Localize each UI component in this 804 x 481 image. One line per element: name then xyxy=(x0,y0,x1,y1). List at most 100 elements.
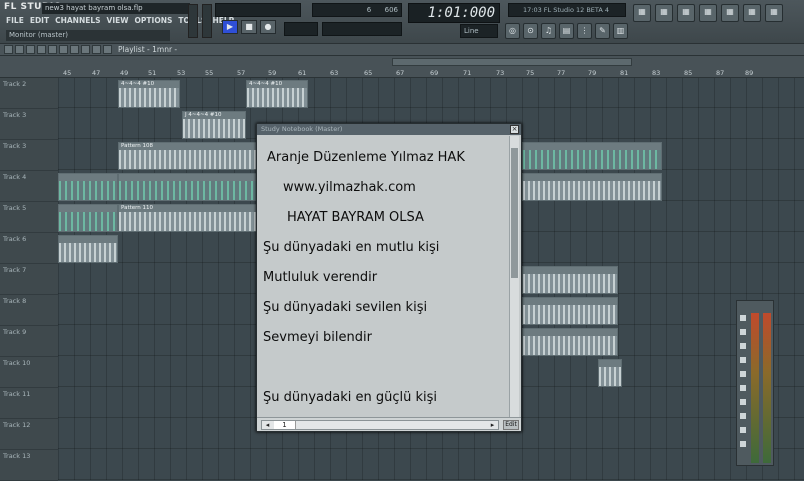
track-header[interactable]: Track 3 xyxy=(0,109,58,140)
track-header[interactable]: Track 13 xyxy=(0,450,58,481)
menu-file[interactable]: FILE xyxy=(6,16,24,25)
pattern-clip[interactable]: J 4~4~4 #10 xyxy=(182,111,246,139)
draw-tool-icon[interactable] xyxy=(4,45,13,54)
clip-header xyxy=(523,298,617,305)
level-meter-left xyxy=(751,313,759,463)
next-page-icon[interactable]: ▸ xyxy=(488,421,497,429)
menu-options[interactable]: OPTIONS xyxy=(135,16,173,25)
timeline-ruler[interactable]: 45 47 49 51 53 55 57 59 61 63 65 67 69 7… xyxy=(0,56,804,78)
insert-slot[interactable] xyxy=(740,427,746,433)
ruler-tick: 69 xyxy=(430,69,439,77)
pattern-clip[interactable] xyxy=(598,359,622,387)
pattern-counter[interactable]: 6 606 xyxy=(312,3,402,17)
menu-edit[interactable]: EDIT xyxy=(30,16,49,25)
pattern-clip[interactable] xyxy=(522,328,618,356)
pattern-clip[interactable]: 4~4~4 #10 xyxy=(246,80,308,108)
insert-slot[interactable] xyxy=(740,315,746,321)
snap-icon[interactable] xyxy=(103,45,112,54)
online-icon[interactable]: ▦ xyxy=(677,4,695,22)
insert-slot[interactable] xyxy=(740,399,746,405)
page-selector[interactable]: ◂ 1 ▸ xyxy=(261,420,499,430)
track-header[interactable]: Track 10 xyxy=(0,357,58,388)
track-header[interactable]: Track 4 xyxy=(0,171,58,202)
tools-icon[interactable]: ▦ xyxy=(721,4,739,22)
track-header[interactable]: Track 2 xyxy=(0,78,58,109)
step-buttons[interactable] xyxy=(322,22,402,36)
mixer-icon[interactable]: ⋮ xyxy=(577,23,592,39)
pattern-clip[interactable]: 4~4~4 #10 xyxy=(118,80,180,108)
pattern-clip[interactable] xyxy=(522,173,662,201)
playback-tool-icon[interactable] xyxy=(92,45,101,54)
stop-button[interactable]: ■ xyxy=(241,20,257,34)
notebook-text-area[interactable]: Aranje Düzenleme Yılmaz HAK www.yilmazha… xyxy=(263,142,511,416)
track-header[interactable]: Track 11 xyxy=(0,388,58,419)
horizontal-scrollbar[interactable] xyxy=(392,58,632,66)
pattern-clip[interactable] xyxy=(58,204,118,232)
ruler-tick: 79 xyxy=(588,69,597,77)
prev-page-icon[interactable]: ◂ xyxy=(263,421,272,429)
insert-slot[interactable] xyxy=(740,357,746,363)
notebook-line: Şu dünyadaki sevilen kişi xyxy=(263,300,428,315)
ruler-tick: 85 xyxy=(684,69,693,77)
track-header[interactable]: Track 3 xyxy=(0,140,58,171)
pattern-clip[interactable] xyxy=(522,142,662,170)
menu-channels[interactable]: CHANNELS xyxy=(55,16,100,25)
insert-slot[interactable] xyxy=(740,385,746,391)
insert-slot[interactable] xyxy=(740,371,746,377)
playlist-icon[interactable]: ⊙ xyxy=(523,23,538,39)
delete-tool-icon[interactable] xyxy=(26,45,35,54)
settings-icon[interactable]: ▦ xyxy=(765,4,783,22)
notebook-window: Study Notebook (Master) × Aranje Düzenle… xyxy=(256,123,522,432)
slip-tool-icon[interactable] xyxy=(48,45,57,54)
mute-tool-icon[interactable] xyxy=(37,45,46,54)
master-volume-slider[interactable] xyxy=(188,4,198,38)
insert-slot[interactable] xyxy=(740,343,746,349)
track-header[interactable]: Track 8 xyxy=(0,295,58,326)
ruler-tick: 71 xyxy=(463,69,472,77)
insert-slot[interactable] xyxy=(740,441,746,447)
slice-tool-icon[interactable] xyxy=(59,45,68,54)
master-pitch-slider[interactable] xyxy=(202,4,212,38)
track-header[interactable]: Track 9 xyxy=(0,326,58,357)
notebook-titlebar[interactable]: Study Notebook (Master) × xyxy=(257,124,521,135)
pattern-clip[interactable] xyxy=(58,235,118,263)
plugin-icon[interactable]: ✎ xyxy=(595,23,610,39)
notebook-scrollbar[interactable] xyxy=(509,136,519,418)
snap-mode-select[interactable]: Line xyxy=(460,24,498,38)
pattern-clip[interactable] xyxy=(522,297,618,325)
page-number[interactable]: 1 xyxy=(274,421,296,429)
zoom-tool-icon[interactable] xyxy=(81,45,90,54)
clip-header: Pattern 108 xyxy=(119,143,257,150)
play-button[interactable]: ▶ xyxy=(222,20,238,34)
track-header[interactable]: Track 5 xyxy=(0,202,58,233)
insert-slot[interactable] xyxy=(740,413,746,419)
main-toolbar: FL STUDIO new3 hayat bayram olsa.flp FIL… xyxy=(0,0,804,44)
monitor-field[interactable]: Monitor (master) xyxy=(6,30,170,41)
help-icon[interactable]: ▦ xyxy=(743,4,761,22)
clip-header xyxy=(59,205,117,212)
pattern-song-display[interactable] xyxy=(215,3,301,17)
pattern-clip[interactable]: Pattern 108 xyxy=(118,142,258,170)
insert-slot[interactable] xyxy=(740,329,746,335)
edit-button[interactable]: Edit xyxy=(503,420,519,430)
notebook-icon[interactable]: ▥ xyxy=(613,23,628,39)
close-icon[interactable]: × xyxy=(510,125,519,134)
pattern-clip[interactable] xyxy=(522,266,618,294)
pattern-clip[interactable] xyxy=(118,173,258,201)
select-tool-icon[interactable] xyxy=(70,45,79,54)
news-icon[interactable]: ▦ xyxy=(699,4,717,22)
record-button[interactable]: ● xyxy=(260,20,276,34)
pattern-clip[interactable]: Pattern 110 xyxy=(118,204,258,232)
channel-rack-icon[interactable]: ▤ xyxy=(559,23,574,39)
paint-tool-icon[interactable] xyxy=(15,45,24,54)
tempo-display[interactable] xyxy=(284,22,318,36)
menu-view[interactable]: VIEW xyxy=(107,16,129,25)
pattern-clip[interactable] xyxy=(58,173,118,201)
mixer-mini-panel[interactable] xyxy=(736,300,774,466)
track-header[interactable]: Track 6 xyxy=(0,233,58,264)
track-header[interactable]: Track 7 xyxy=(0,264,58,295)
scrollbar-thumb[interactable] xyxy=(511,148,518,278)
piano-roll-icon[interactable]: ♫ xyxy=(541,23,556,39)
track-header[interactable]: Track 12 xyxy=(0,419,58,450)
browser-icon[interactable]: ◎ xyxy=(505,23,520,39)
